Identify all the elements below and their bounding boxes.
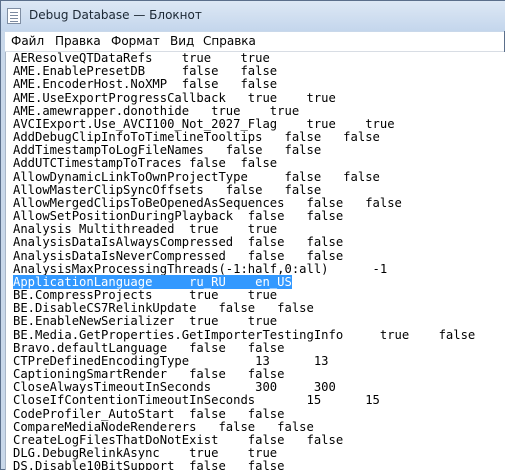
- menu-bar: Файл Правка Формат Вид Справка: [5, 32, 504, 52]
- document-line[interactable]: DS.Disable10BitSupport false false: [13, 460, 475, 470]
- document-line[interactable]: Bravo.defaultLanguage false false: [13, 341, 475, 355]
- document-line[interactable]: BE.Media.GetProperties.GetImporterTestin…: [13, 328, 475, 342]
- document-line[interactable]: AddUTCTimestampToTraces false false: [13, 157, 475, 170]
- selected-text[interactable]: ApplicationLanguage ru_RU en_US: [13, 274, 292, 289]
- text-editor[interactable]: AEResolveQTDataRefs true true AME.EnableP…: [5, 52, 505, 470]
- notepad-icon: [7, 8, 21, 24]
- document-line[interactable]: CloseIfContentionTimeoutInSeconds 15 15: [13, 394, 475, 407]
- document-line[interactable]: BE.EnableNewSerializer true true: [13, 315, 475, 328]
- document-line[interactable]: CodeProfiler_AutoStart false false: [13, 407, 475, 421]
- notepad-window: Debug Database — Блокнот Файл Правка Фор…: [0, 0, 505, 470]
- menu-file[interactable]: Файл: [11, 34, 44, 48]
- window-title: Debug Database — Блокнот: [29, 8, 202, 22]
- document-line[interactable]: AnalysisDataIsAlwaysCompressed false fal…: [13, 236, 475, 249]
- menu-edit[interactable]: Правка: [55, 34, 101, 48]
- menu-view[interactable]: Вид: [170, 34, 194, 48]
- menu-help[interactable]: Справка: [203, 34, 256, 48]
- document-line[interactable]: AME.EncoderHost.NoXMP false false: [13, 78, 475, 91]
- document-line[interactable]: AME.amewrapper.donothide true true: [13, 104, 475, 118]
- menu-format[interactable]: Формат: [111, 34, 160, 48]
- document-line[interactable]: AME.UseExportProgressCallback true true: [13, 91, 475, 105]
- document-line[interactable]: AnalysisMaxProcessingThreads(-1:half,0:a…: [13, 262, 475, 276]
- document-text[interactable]: AEResolveQTDataRefs true true AME.EnableP…: [13, 52, 475, 470]
- document-line[interactable]: CompareMediaNodeRenderers false false: [13, 420, 475, 434]
- document-line[interactable]: AllowDynamicLinkToOwnProjectType false f…: [13, 170, 475, 184]
- title-bar[interactable]: Debug Database — Блокнот: [1, 1, 505, 31]
- document-line[interactable]: AnalysisDataIsNeverCompressed false fals…: [13, 249, 475, 263]
- document-line[interactable]: AllowMasterClipSyncOffsets false false: [13, 183, 475, 197]
